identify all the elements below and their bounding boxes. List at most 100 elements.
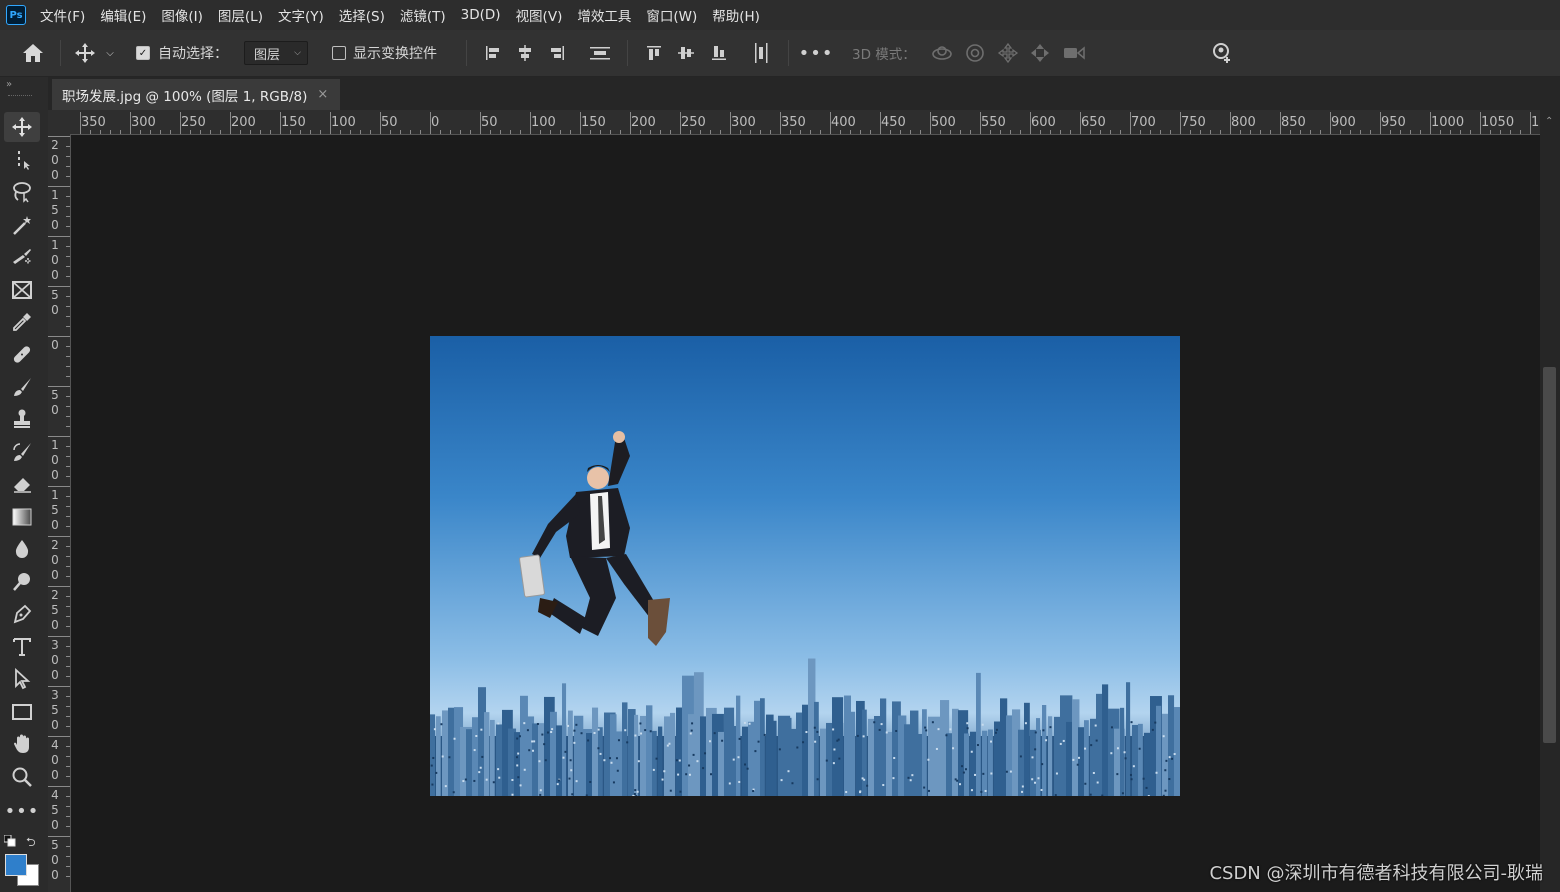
pen-tool[interactable] [4,599,40,629]
ruler-minor-tick [66,206,70,207]
menu-edit[interactable]: 编辑(E) [100,5,146,25]
eraser-icon [14,478,31,493]
zoom-tool[interactable] [4,762,40,792]
menu-3d[interactable]: 3D(D) [461,7,501,23]
auto-select-checkbox[interactable]: ✓ [136,30,150,76]
ruler-minor-tick [270,130,271,134]
pen-icon [13,604,32,624]
magnifier-icon [12,767,32,787]
object-selection-tool[interactable] [4,242,40,272]
menu-type[interactable]: 文字(Y) [278,5,324,25]
ruler-minor-tick [66,376,70,377]
swap-colors-icon[interactable]: ⮌ [26,833,36,854]
menu-help[interactable]: 帮助(H) [712,5,760,25]
type-tool[interactable] [4,632,40,662]
align-vertical-center-button[interactable] [675,30,697,76]
move-tool-preset-button[interactable] [72,30,98,76]
distribute-vertical-button[interactable] [588,30,612,76]
share-user-button[interactable] [1209,30,1235,76]
menu-image[interactable]: 图像(I) [161,5,203,25]
ruler-minor-tick [360,130,361,134]
ruler-origin[interactable] [48,110,71,135]
frame-tool[interactable] [4,275,40,305]
dodge-tool[interactable] [4,567,40,597]
more-options-icon[interactable]: ••• [799,30,833,76]
ruler-minor-tick [66,406,70,407]
vertical-ruler[interactable]: 2001501005005010015020025030035040045050… [48,134,71,892]
move-tool[interactable] [4,112,40,142]
scrollbar-thumb[interactable] [1543,367,1556,743]
ruler-label: 900 [1331,115,1356,130]
ruler-label: 200 [631,115,656,130]
ruler-minor-tick [66,196,70,197]
align-right-button[interactable] [546,30,568,76]
ruler-minor-tick [900,130,901,134]
marquee-tool[interactable] [4,145,40,175]
auto-select-target-dropdown[interactable]: 图层 ⌵ [244,41,308,65]
3d-orbit-button[interactable] [930,30,954,76]
ruler-minor-tick [66,726,70,727]
distribute-horizontal-button[interactable] [750,30,772,76]
blur-tool[interactable] [4,534,40,564]
3d-camera-button[interactable] [1061,30,1087,76]
ruler-label: 600 [1031,115,1056,130]
ruler-label: 250 [181,115,206,130]
frame-icon [12,281,32,299]
default-colors-icon[interactable] [4,835,16,847]
home-button[interactable] [18,30,48,76]
chevron-up-icon[interactable]: ⌃ [1545,116,1553,127]
menu-window[interactable]: 窗口(W) [646,5,697,25]
3d-roll-button[interactable] [963,30,987,76]
3d-pan-button[interactable] [996,30,1020,76]
horizontal-ruler[interactable]: 350 300 250 200 150 100 50 0 50 100 150 200 250 300 35… [70,110,1540,135]
gradient-tool[interactable] [4,502,40,532]
lasso-tool[interactable] [4,177,40,207]
ruler-label: 150 [51,188,59,232]
foreground-color-swatch[interactable] [5,854,27,876]
ruler-minor-tick [110,130,111,134]
panel-grip[interactable] [8,95,32,98]
align-horizontal-center-button[interactable] [514,30,536,76]
ruler-minor-tick [66,216,70,217]
ruler-minor-tick [66,676,70,677]
healing-brush-tool[interactable] [4,339,40,369]
path-selection-tool[interactable] [4,664,40,694]
eraser-tool[interactable] [4,469,40,499]
history-brush-tool[interactable] [4,437,40,467]
ruler-minor-tick [950,130,951,134]
ruler-label: 250 [51,588,59,632]
ruler-major-tick [48,236,70,237]
menu-filter[interactable]: 滤镜(T) [400,5,446,25]
document-tab[interactable]: 职场发展.jpg @ 100% (图层 1, RGB/8) × [52,79,340,110]
collapse-panel-icon[interactable]: » [6,79,12,90]
ruler-major-tick [48,736,70,737]
ruler-minor-tick [66,706,70,707]
ruler-minor-tick [1410,130,1411,134]
chevron-down-icon[interactable]: ⌵ [102,30,118,76]
close-icon[interactable]: × [317,87,328,102]
show-transform-checkbox[interactable] [332,30,346,76]
menu-view[interactable]: 视图(V) [516,5,563,25]
clone-stamp-tool[interactable] [4,404,40,434]
align-left-button[interactable] [482,30,504,76]
align-top-button[interactable] [643,30,665,76]
ruler-minor-tick [1270,130,1271,134]
menu-file[interactable]: 文件(F) [40,5,85,25]
3d-pan-icon [997,42,1019,64]
align-bottom-button[interactable] [708,30,730,76]
document-canvas-image[interactable] [430,336,1180,796]
ruler-minor-tick [66,166,70,167]
vertical-scrollbar[interactable]: ⌃ [1540,110,1560,892]
magic-wand-tool[interactable] [4,210,40,240]
ruler-major-tick [48,386,70,387]
3d-slide-button[interactable] [1028,30,1052,76]
eyedropper-tool[interactable] [4,307,40,337]
menu-select[interactable]: 选择(S) [339,5,385,25]
menu-layer[interactable]: 图层(L) [218,5,263,25]
hand-tool[interactable] [4,729,40,759]
edit-toolbar-icon[interactable]: ••• [4,796,40,826]
rectangle-tool[interactable] [4,697,40,727]
menu-plugins[interactable]: 增效工具 [577,5,631,25]
brush-tool[interactable] [4,372,40,402]
ruler-minor-tick [220,130,221,134]
